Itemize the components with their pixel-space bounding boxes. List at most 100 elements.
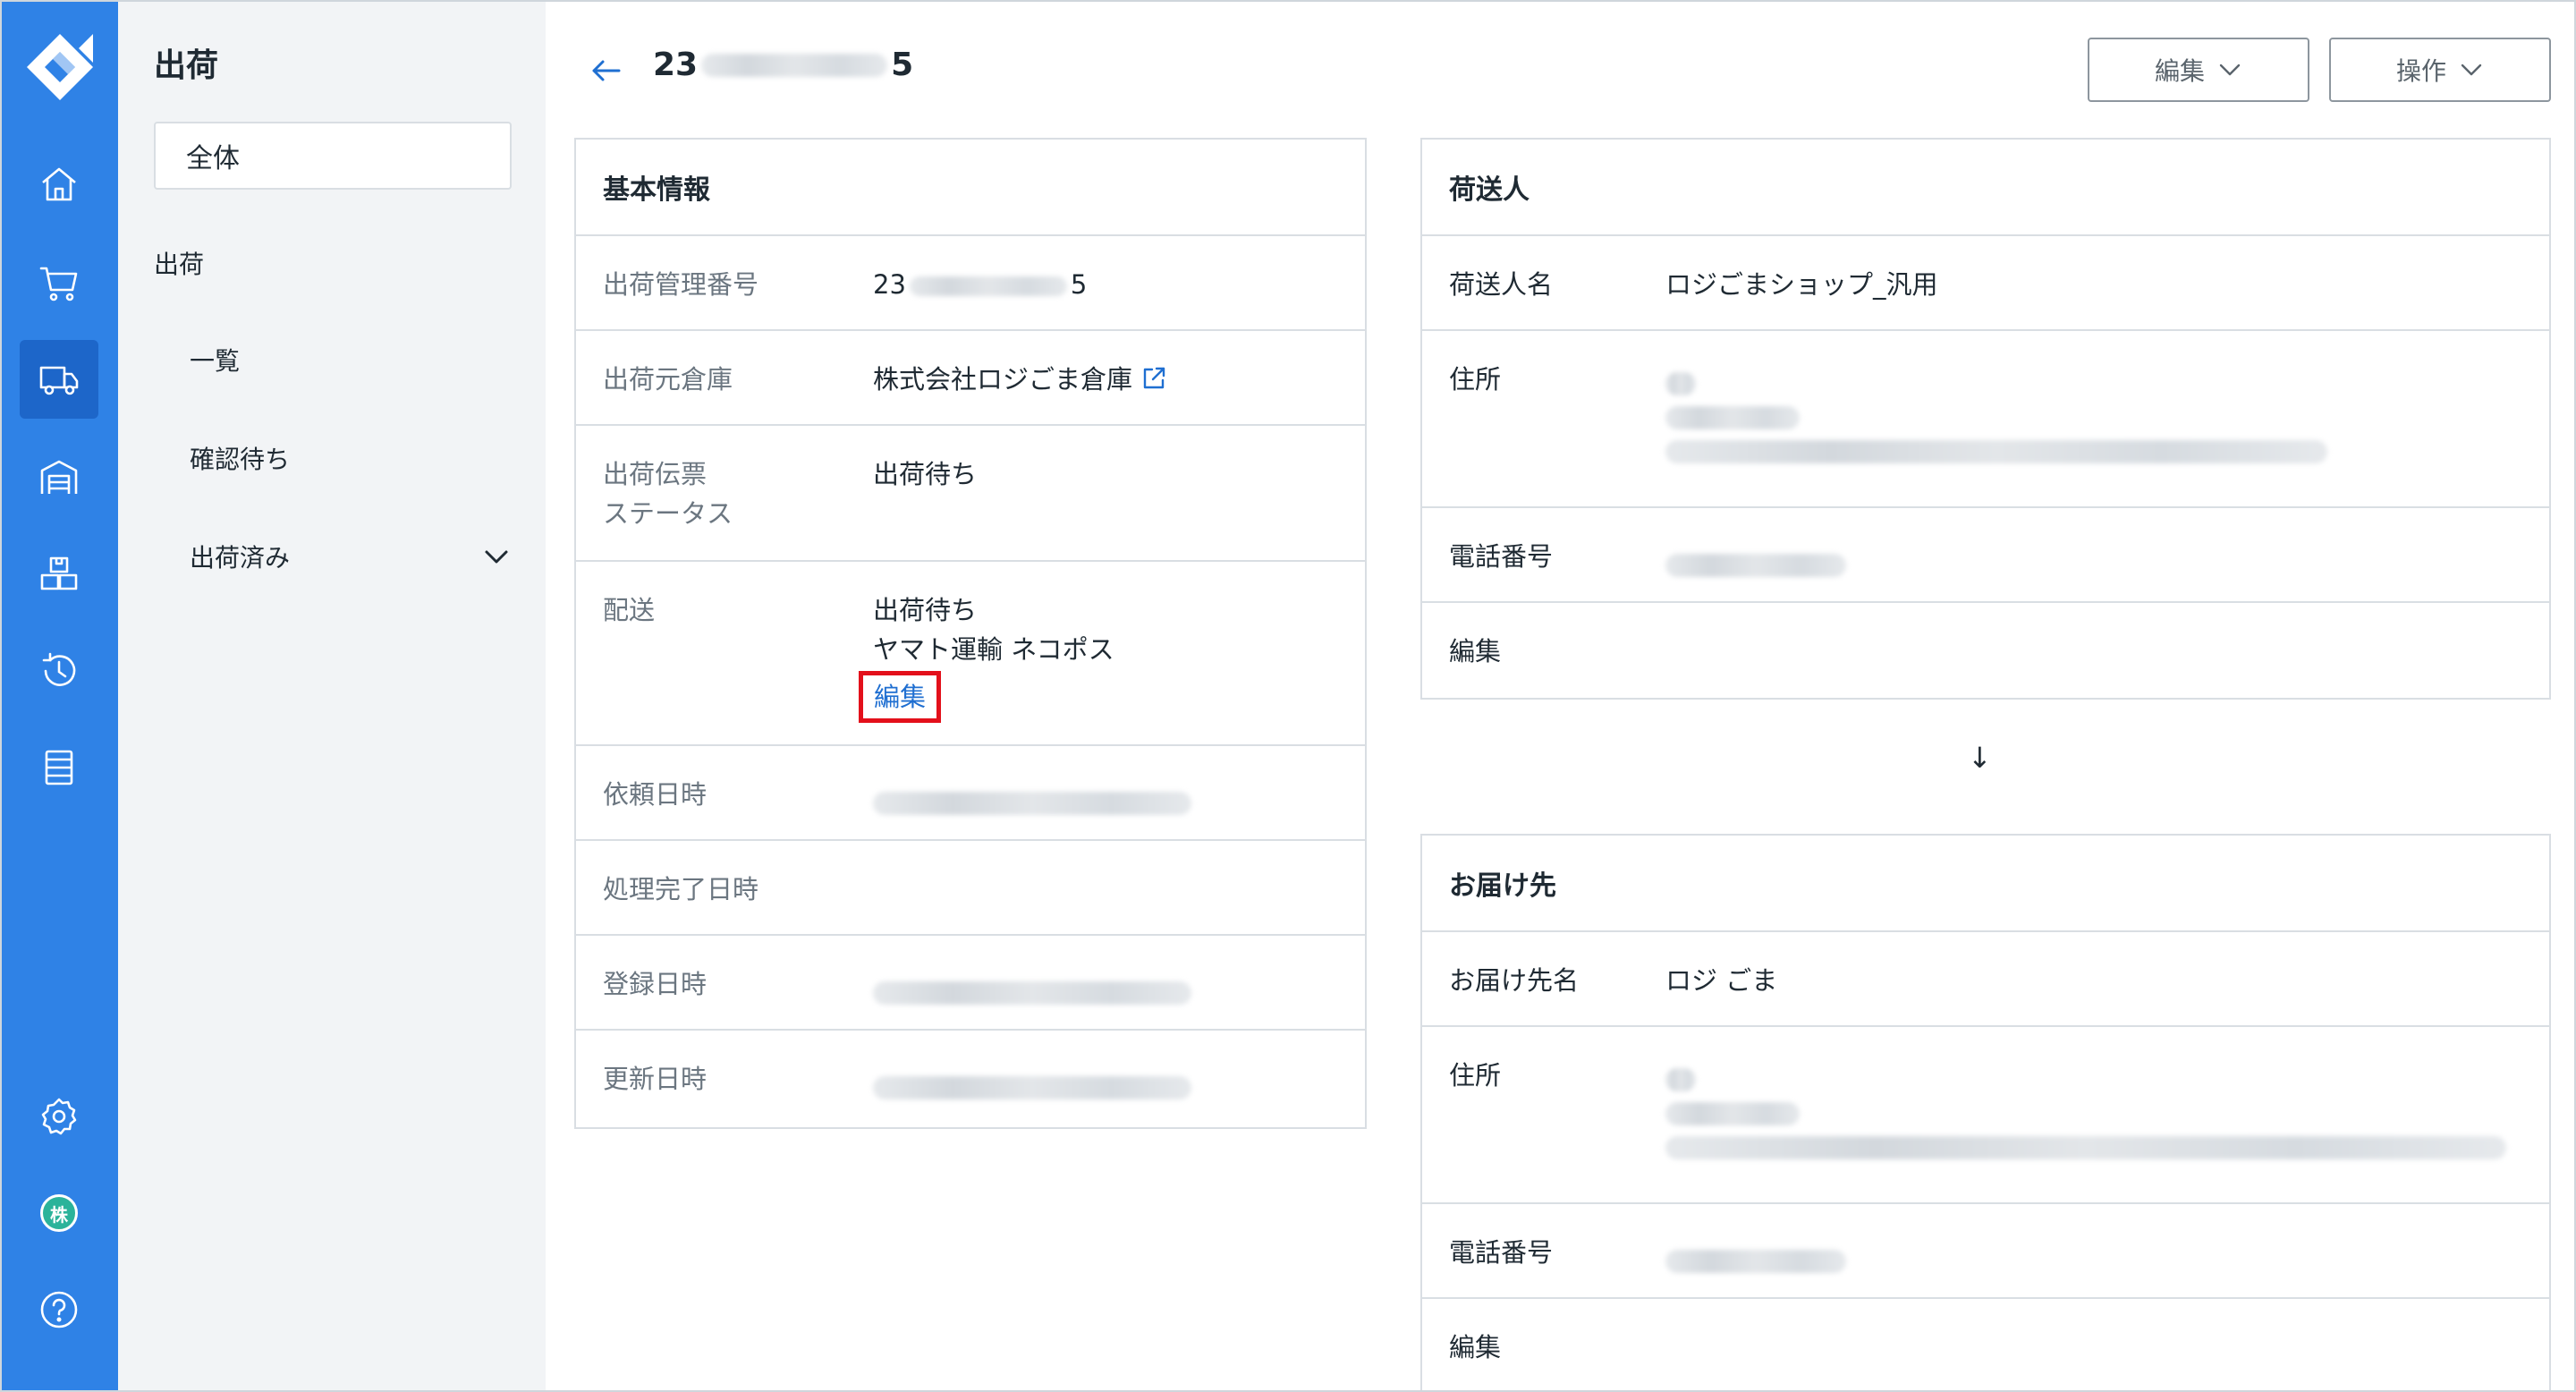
gear-icon[interactable]	[20, 1077, 98, 1156]
basic-info-title: 基本情報	[576, 140, 1365, 236]
recipient-edit-link[interactable]: 編集	[1449, 1328, 1501, 1367]
history-icon[interactable]	[20, 632, 98, 710]
back-arrow-icon[interactable]	[587, 51, 626, 90]
chevron-down-icon[interactable]	[481, 541, 512, 572]
corporation-icon[interactable]: 株	[20, 1174, 98, 1252]
field-label: 出荷元倉庫	[603, 364, 733, 395]
delivery-value: 出荷待ち ヤマト運輸 ネコポス 編集	[859, 590, 1114, 723]
sidebar-item-shipped[interactable]: 出荷済み	[190, 531, 512, 581]
redacted-value	[1665, 1250, 1846, 1273]
delivery-carrier: ヤマト運輸 ネコポス	[873, 634, 1114, 665]
slip-status-row: 出荷伝票 ステータス 出荷待ち	[576, 426, 1365, 562]
recipient-panel: お届け先 お届け先名 ロジ ごま 住所 電話番号 編集	[1420, 834, 2551, 1390]
created-at-value	[873, 972, 1191, 1011]
truck-icon[interactable]	[20, 340, 98, 419]
redacted-value	[1665, 1102, 1800, 1125]
management-number-prefix: 23	[873, 269, 906, 300]
field-label: 処理完了日時	[603, 874, 759, 904]
redacted-value	[1665, 554, 1846, 577]
warehouse-row: 出荷元倉庫 株式会社ロジごま倉庫	[576, 331, 1365, 426]
corporation-badge: 株	[40, 1194, 78, 1232]
redacted-value	[873, 981, 1191, 1005]
shipper-edit-row: 編集	[1422, 603, 2549, 698]
chevron-down-icon	[2219, 64, 2241, 76]
management-number-row: 出荷管理番号 23 5	[576, 236, 1365, 331]
field-label: 依頼日時	[603, 779, 708, 810]
logo-icon[interactable]	[23, 30, 97, 104]
delivery-edit-highlight: 編集	[859, 671, 942, 723]
requested-at-value	[873, 782, 1191, 821]
redacted-value	[909, 276, 1067, 296]
redacted-value	[873, 1076, 1191, 1099]
shipment-id-prefix: 23	[653, 47, 699, 83]
recipient-name-row: お届け先名 ロジ ごま	[1422, 932, 2549, 1027]
requested-at-row: 依頼日時	[576, 746, 1365, 841]
shipment-id-suffix: 5	[891, 47, 914, 83]
section-sidebar: 出荷 全体 出荷 一覧 確認待ち 出荷済み	[118, 2, 546, 1390]
slip-status-value: 出荷待ち	[873, 459, 978, 489]
warehouse-name: 株式会社ロジごま倉庫	[873, 364, 1133, 395]
created-at-row: 登録日時	[576, 936, 1365, 1031]
field-label: 電話番号	[1449, 1237, 1554, 1268]
redacted-value	[873, 792, 1191, 815]
field-label: 住所	[1449, 1060, 1502, 1091]
field-label: 更新日時	[603, 1064, 708, 1094]
cart-icon[interactable]	[20, 243, 98, 322]
section-title: 出荷	[154, 47, 219, 84]
shipper-panel: 荷送人 荷送人名 ロジごまショップ_汎用 住所 電話番号 編集	[1420, 138, 2551, 700]
sidebar-group-label: 出荷	[154, 250, 205, 279]
sidebar-item-label: 出荷済み	[190, 543, 291, 573]
field-label: 荷送人名	[1449, 269, 1554, 300]
shipper-phone-row: 電話番号	[1422, 508, 2549, 603]
external-link-icon[interactable]	[1140, 364, 1168, 393]
redacted-value	[1665, 406, 1800, 429]
edit-menu-label: 編集	[2154, 56, 2205, 86]
shipper-address-value	[1665, 361, 2327, 463]
field-label: 配送	[603, 595, 656, 625]
field-label-line: 出荷伝票	[603, 459, 708, 489]
warehouse-icon[interactable]	[20, 438, 98, 517]
field-label: 出荷伝票 ステータス	[603, 454, 733, 533]
shipper-title: 荷送人	[1422, 140, 2549, 236]
scope-selector[interactable]: 全体	[154, 122, 512, 190]
recipient-phone-value	[1665, 1240, 1846, 1279]
shipper-edit-link[interactable]: 編集	[1449, 632, 1501, 671]
shipper-address-row: 住所	[1422, 331, 2549, 508]
updated-at-row: 更新日時	[576, 1031, 1365, 1125]
redacted-value	[1665, 372, 1696, 395]
field-label: 住所	[1449, 364, 1502, 395]
redacted-value	[1665, 1136, 2506, 1159]
redacted-value	[1665, 1068, 1696, 1091]
warehouse-value: 株式会社ロジごま倉庫	[873, 360, 1168, 399]
flow-arrow-icon: ↓	[1968, 741, 1992, 775]
delivery-status: 出荷待ち	[873, 595, 978, 625]
management-number-value: 23 5	[873, 265, 1087, 304]
delivery-edit-link[interactable]: 編集	[874, 682, 926, 712]
shipper-phone-value	[1665, 544, 1846, 583]
sidebar-item-pending[interactable]: 確認待ち	[190, 433, 512, 483]
icon-rail: 株	[2, 2, 118, 1390]
basic-info-panel: 基本情報 出荷管理番号 23 5 出荷元倉庫 株式会社ロジごま倉庫 出荷伝票 ステ…	[574, 138, 1367, 1129]
updated-at-value	[873, 1066, 1191, 1106]
list-icon[interactable]	[20, 728, 98, 807]
actions-menu-label: 操作	[2395, 56, 2446, 86]
boxes-icon[interactable]	[20, 535, 98, 614]
sidebar-item-list[interactable]: 一覧	[190, 335, 512, 385]
recipient-address-row: 住所	[1422, 1027, 2549, 1204]
recipient-edit-row: 編集	[1422, 1299, 2549, 1390]
home-icon[interactable]	[20, 145, 98, 224]
recipient-name-value: ロジ ごま	[1665, 965, 1778, 996]
chevron-down-icon	[2461, 64, 2482, 76]
actions-menu-button[interactable]: 操作	[2329, 38, 2551, 102]
redacted-value	[1665, 440, 2327, 463]
field-label: お届け先名	[1449, 965, 1580, 996]
recipient-phone-row: 電話番号	[1422, 1204, 2549, 1299]
edit-menu-button[interactable]: 編集	[2088, 38, 2309, 102]
app-window: 株 出荷 全体 出荷 一覧 確認待ち 出荷済み 23 5 編集 操作 基本情報 …	[0, 0, 2576, 1392]
field-label-line: ステータス	[603, 498, 733, 529]
page-title: 23 5	[653, 47, 913, 83]
delivery-row: 配送 出荷待ち ヤマト運輸 ネコポス 編集	[576, 562, 1365, 746]
help-icon[interactable]	[20, 1270, 98, 1349]
completed-at-row: 処理完了日時	[576, 841, 1365, 936]
field-label: 出荷管理番号	[603, 269, 759, 300]
